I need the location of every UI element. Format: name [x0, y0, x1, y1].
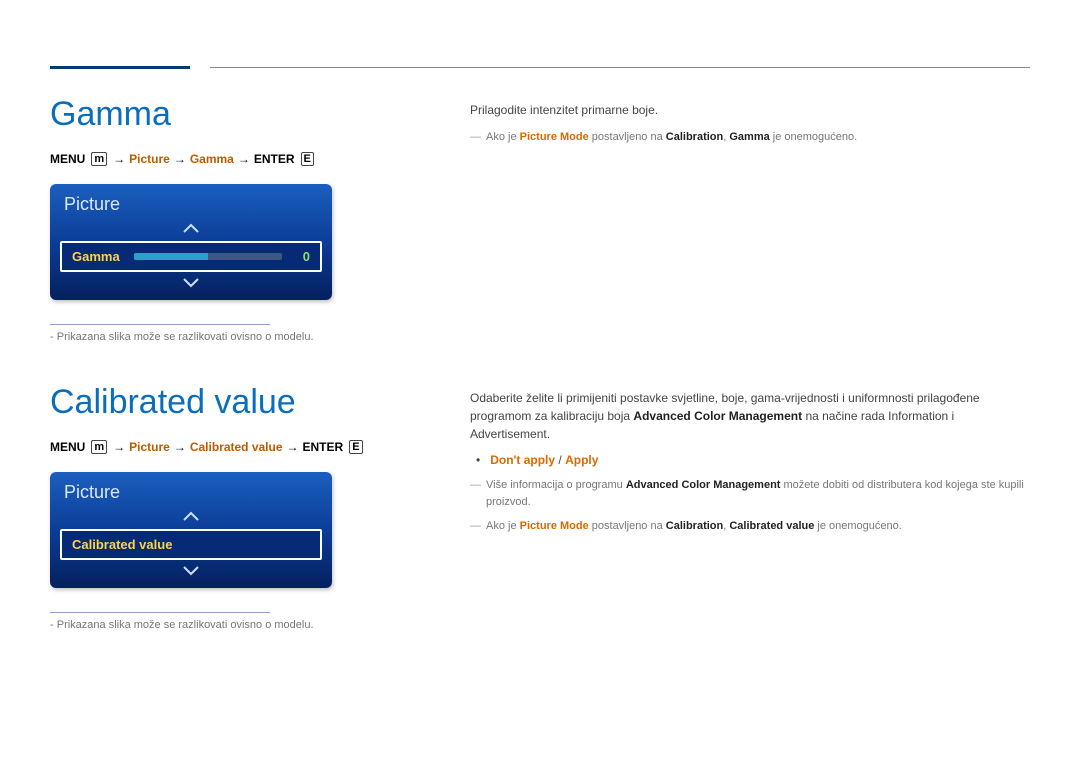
footnote-gamma: - Prikazana slika može se razlikovati ov…: [50, 331, 410, 343]
osd-item-calibrated[interactable]: Calibrated value: [60, 529, 322, 560]
desc-gamma: Prilagodite intenzitet primarne boje.: [470, 101, 1030, 119]
header-rule-short: [50, 66, 190, 69]
enter-label: ENTER: [303, 440, 344, 454]
info-gamma: Ako je Picture Mode postavljeno na Calib…: [470, 129, 1030, 146]
arrow-icon: →: [238, 152, 250, 166]
path-calibrated: Calibrated value: [190, 440, 283, 454]
osd-item-value: 0: [296, 249, 310, 264]
desc-calibrated: Odaberite želite li primijeniti postavke…: [470, 389, 1030, 443]
osd-item-gamma[interactable]: Gamma 0: [60, 241, 322, 272]
path-picture: Picture: [129, 152, 170, 166]
footnote-calibrated: - Prikazana slika može se razlikovati ov…: [50, 619, 410, 631]
osd-header: Picture: [50, 184, 332, 221]
right-column-calibrated: Odaberite želite li primijeniti postavke…: [470, 383, 1030, 631]
osd-down-arrow[interactable]: [50, 276, 332, 292]
menu-label: MENU: [50, 152, 85, 166]
heading-gamma: Gamma: [50, 95, 410, 134]
page-body: Gamma MENU m → Picture → Gamma → ENTER E…: [50, 95, 1030, 671]
options-calibrated: •Don't apply / Apply: [476, 453, 1030, 467]
osd-down-arrow[interactable]: [50, 564, 332, 580]
left-column-gamma: Gamma MENU m → Picture → Gamma → ENTER E…: [50, 95, 410, 343]
arrow-icon: →: [174, 440, 186, 454]
osd-item-label: Gamma: [72, 249, 120, 264]
enter-icon: E: [349, 440, 362, 454]
left-column-calibrated: Calibrated value MENU m → Picture → Cali…: [50, 383, 410, 631]
divider: [50, 324, 270, 325]
section-calibrated: Calibrated value MENU m → Picture → Cali…: [50, 383, 1030, 631]
menu-icon: m: [91, 152, 107, 166]
section-gamma: Gamma MENU m → Picture → Gamma → ENTER E…: [50, 95, 1030, 343]
osd-header: Picture: [50, 472, 332, 509]
right-column-gamma: Prilagodite intenzitet primarne boje. Ak…: [470, 95, 1030, 343]
menu-path-gamma: MENU m → Picture → Gamma → ENTER E: [50, 152, 410, 166]
path-gamma: Gamma: [190, 152, 234, 166]
osd-panel-gamma: Picture Gamma 0: [50, 184, 332, 300]
menu-label: MENU: [50, 440, 85, 454]
info1-calibrated: Više informacija o programu Advanced Col…: [470, 477, 1030, 510]
info2-calibrated: Ako je Picture Mode postavljeno na Calib…: [470, 518, 1030, 535]
osd-up-arrow[interactable]: [50, 509, 332, 525]
divider: [50, 612, 270, 613]
arrow-icon: →: [287, 440, 299, 454]
osd-slider[interactable]: [134, 253, 282, 260]
path-picture: Picture: [129, 440, 170, 454]
osd-panel-calibrated: Picture Calibrated value: [50, 472, 332, 588]
enter-icon: E: [301, 152, 314, 166]
heading-calibrated: Calibrated value: [50, 383, 410, 422]
arrow-icon: →: [113, 440, 125, 454]
arrow-icon: →: [113, 152, 125, 166]
osd-item-label: Calibrated value: [72, 537, 172, 552]
header-rule-long: [210, 67, 1030, 68]
menu-icon: m: [91, 440, 107, 454]
enter-label: ENTER: [254, 152, 295, 166]
arrow-icon: →: [174, 152, 186, 166]
menu-path-calibrated: MENU m → Picture → Calibrated value → EN…: [50, 440, 410, 454]
osd-up-arrow[interactable]: [50, 221, 332, 237]
